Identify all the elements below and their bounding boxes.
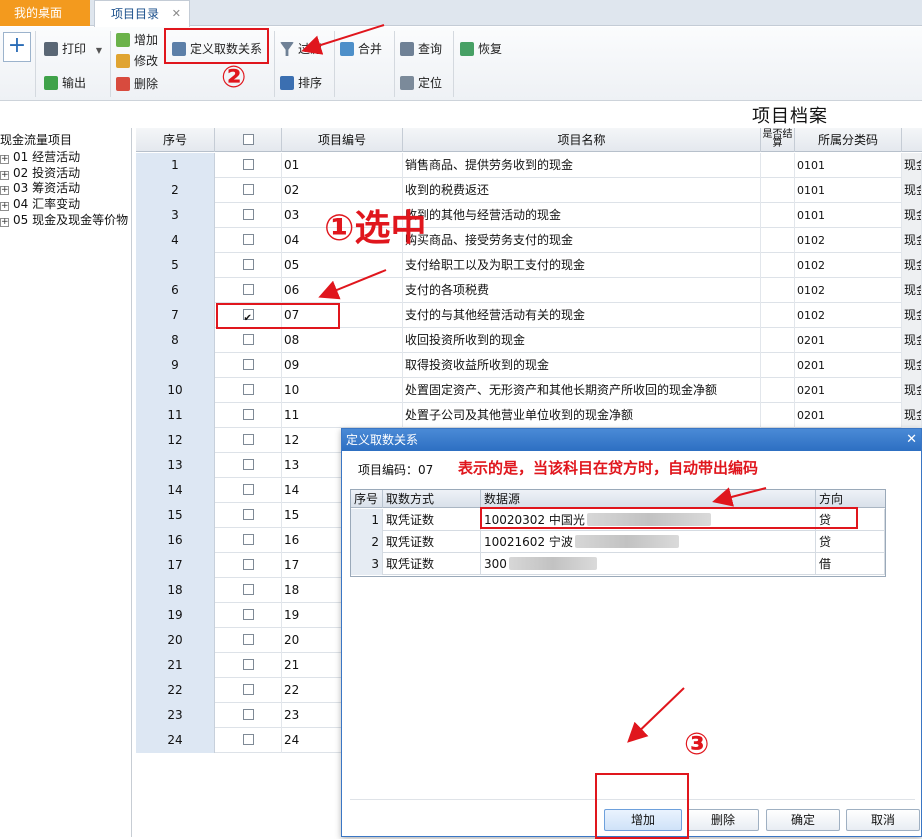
- arrow-to-row-7: [318, 269, 387, 300]
- arrow-to-filter: [301, 24, 385, 55]
- arrow-to-source: [712, 487, 767, 507]
- arrow-to-add: [627, 687, 685, 743]
- annotation-arrows: [301, 24, 767, 743]
